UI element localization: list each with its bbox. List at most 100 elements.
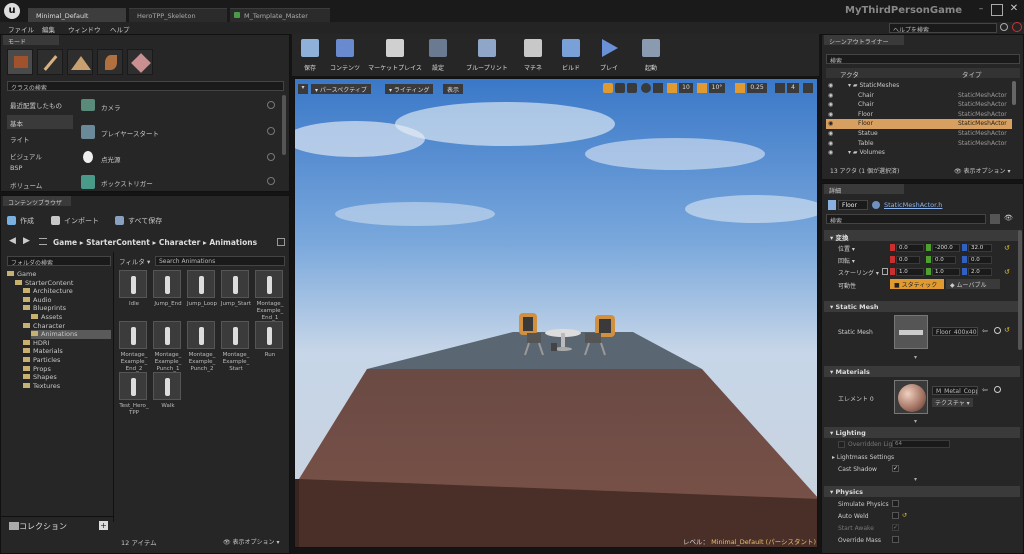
asset-tile[interactable]: Montage_​Example_​Start [219,321,253,372]
details-search-input[interactable]: 検索 [826,214,986,224]
browse-icon[interactable] [994,386,1001,393]
crumb-startercontent[interactable]: StarterContent [86,238,150,247]
movable-toggle[interactable]: ◆ ムーバブル [946,279,1000,289]
folder-textures[interactable]: Textures [23,382,111,391]
place-item-point-light[interactable]: 点光源 [77,149,277,169]
overridden-value[interactable]: 64 [892,440,950,448]
add-collection-button[interactable]: + [99,521,108,530]
landscape-mode-icon[interactable] [67,49,93,75]
tab-herotpp-skeleton[interactable]: HeroTPP_Skeleton [129,8,227,22]
menu-edit[interactable]: 編集 [42,24,55,34]
asset-tile[interactable]: Montage_​Example_​Punch_​1 [151,321,185,372]
details-scrollbar[interactable] [1018,230,1022,350]
modes-scrollbar[interactable] [282,95,286,155]
visibility-eye-icon[interactable]: ◉ [828,110,833,120]
physics-section-header[interactable]: ▾ Physics [824,486,1020,497]
actor-class-link[interactable]: StaticMeshActor.h [884,201,942,209]
outliner-search-input[interactable]: 検索 [826,54,1020,64]
rotation-y[interactable]: 0.0 [932,256,956,264]
asset-tile[interactable]: Walk [151,372,185,422]
actor-name-field[interactable]: Floor [838,200,868,210]
content-button[interactable]: コンテンツ [328,37,362,73]
menu-window[interactable]: ウィンドウ [68,24,101,34]
outliner-row[interactable]: ◉ Chair StaticMeshActor [826,91,1012,101]
scale-y[interactable]: 1.0 [932,268,960,276]
viewport-options-button[interactable]: ▾ [298,84,308,94]
menu-file[interactable]: ファイル [8,24,34,34]
visibility-eye-icon[interactable]: ◉ [828,81,833,91]
world-local-icon[interactable] [641,83,651,93]
rotation-snap-icon[interactable] [697,83,707,93]
category-recent[interactable]: 最近配置したもの [7,95,73,115]
grid-snap-icon[interactable] [667,83,677,93]
back-arrow-icon[interactable]: ◀ [9,236,16,246]
eye-icon[interactable]: 👁 [1004,214,1018,224]
material-thumbnail[interactable] [894,380,928,414]
textures-dropdown[interactable]: テクスチャ ▾ [932,398,973,407]
outliner-row[interactable]: ◉ Statue StaticMeshActor [826,129,1012,139]
outliner-row[interactable]: ◉ ▾ ▰ StaticMeshes [826,81,1012,91]
scale-lock-icon[interactable] [882,268,888,275]
scale-label[interactable]: スケーリング ▾ [838,268,879,277]
forward-arrow-icon[interactable]: ▶ [23,236,30,246]
visibility-eye-icon[interactable]: ◉ [828,139,833,149]
lock-icon[interactable] [277,238,285,246]
reset-icon[interactable]: ↺ [902,512,907,519]
path-list-icon[interactable] [39,238,47,245]
lighting-section-header[interactable]: ▾ Lighting [824,427,1020,438]
auto-weld-checkbox[interactable] [892,512,899,519]
grid-snap-value[interactable]: 10 [679,83,693,93]
place-item-player-start[interactable]: プレイヤースタート [77,123,277,143]
location-z[interactable]: 32.0 [968,244,992,252]
lighting-button[interactable]: ▾ ライティング [385,84,434,94]
crumb-game[interactable]: Game [53,238,77,247]
use-selected-icon[interactable]: ⇦ [982,327,988,335]
tab-details[interactable]: 詳細 [824,184,904,195]
help-search-input[interactable]: ヘルプを検索 [889,23,997,33]
maximize-viewport-icon[interactable] [803,83,813,93]
asset-tile[interactable]: Test_​Hero_​TPP [117,372,151,422]
level-viewport[interactable]: ▾ ▾ パースペクティブ ▾ ライティング 表示 10 10° 0.25 4 レ… [294,78,818,548]
outliner-view-options[interactable]: 👁 表示オプション ▾ [954,166,1010,175]
tab-m-template-master[interactable]: M_Template_Master [230,8,330,22]
materials-section-header[interactable]: ▾ Materials [824,366,1020,377]
folder-search-input[interactable]: フォルダの検索 [7,256,111,266]
visibility-eye-icon[interactable]: ◉ [828,148,833,158]
perspective-button[interactable]: ▾ パースペクティブ [311,84,371,94]
category-lights[interactable]: ライト [7,129,73,147]
crumb-character[interactable]: Character [159,238,200,247]
menu-help[interactable]: ヘルプ [110,24,130,34]
static-mesh-section-header[interactable]: ▾ Static Mesh [824,301,1020,312]
asset-tile[interactable]: Montage_​Example_​End_​1 [253,270,287,321]
category-basic[interactable]: 基本 [7,115,73,129]
override-mass-checkbox[interactable] [892,536,899,543]
tab-minimal-default[interactable]: Minimal_Default [28,8,126,22]
marketplace-button[interactable]: マーケットプレイス [364,37,426,73]
close-button[interactable]: ✕ [1008,3,1020,15]
expand-arrow-icon[interactable]: ▾ [914,354,917,361]
expand-arrow-icon[interactable]: ▾ [914,418,917,425]
visibility-eye-icon[interactable]: ◉ [828,119,833,129]
asset-tile[interactable]: Run [253,321,287,371]
translate-icon[interactable] [603,83,613,93]
crumb-animations[interactable]: Animations [209,238,257,247]
scale-snap-value[interactable]: 0.25 [747,83,767,93]
static-mesh-thumbnail[interactable] [894,315,928,349]
overridden-lightmap-checkbox[interactable] [838,441,845,448]
create-button[interactable]: 作成 [7,215,47,227]
import-button[interactable]: インポート [51,215,111,227]
launch-button[interactable]: 起動 [634,37,668,73]
asset-tile[interactable]: Montage_​Example_​End_​2 [117,321,151,372]
asset-search-input[interactable]: Search Animations [155,256,285,266]
browse-icon[interactable] [994,327,1001,334]
scale-z[interactable]: 2.0 [968,268,992,276]
save-button[interactable]: 保存 [298,37,322,73]
paint-mode-icon[interactable] [37,49,63,75]
blueprints-button[interactable]: ブループリント [458,37,516,73]
tab-content-browser[interactable]: コンテンツブラウザ [3,196,71,207]
settings-button[interactable]: 設定 [426,37,450,73]
camera-speed-icon[interactable] [775,83,785,93]
transform-section-header[interactable]: ▾ 変換 [824,230,1020,242]
location-x[interactable]: 0.0 [896,244,924,252]
asset-tile[interactable]: Jump_​Start [219,270,253,320]
